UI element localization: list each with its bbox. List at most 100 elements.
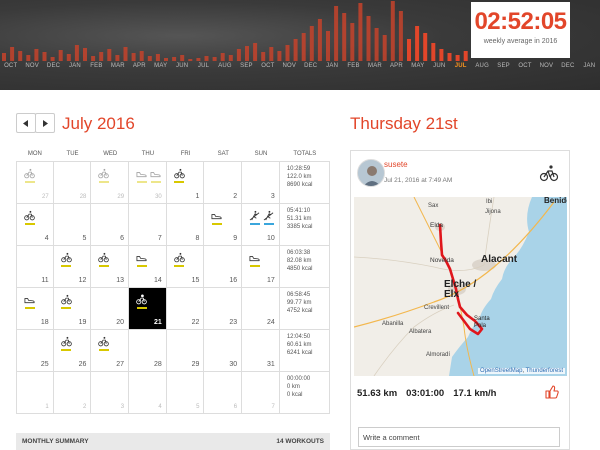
month-label[interactable]: JUL [198, 63, 209, 69]
calendar-day-sat[interactable]: 9 [204, 204, 243, 246]
comment-input[interactable] [358, 427, 560, 447]
week-bar[interactable] [74, 45, 79, 61]
week-bar[interactable] [415, 26, 420, 61]
calendar-day-tue[interactable]: 19 [53, 288, 92, 330]
week-bar[interactable] [107, 49, 112, 61]
month-label[interactable]: OCT [4, 63, 17, 69]
week-bar[interactable] [261, 52, 266, 61]
calendar-day-sat[interactable]: 23 [204, 288, 243, 330]
week-bar[interactable] [228, 55, 233, 61]
month-label[interactable]: FEB [90, 63, 102, 69]
avatar[interactable] [357, 159, 385, 187]
week-bar[interactable] [317, 19, 322, 61]
week-bar[interactable] [439, 49, 444, 61]
month-label[interactable]: AUG [218, 63, 232, 69]
calendar-day-mon[interactable]: 18 [16, 288, 54, 330]
week-bar[interactable] [2, 53, 6, 61]
week-bar[interactable] [58, 50, 63, 61]
calendar-day-thu[interactable]: 4 [129, 372, 167, 414]
calendar-day-wed[interactable]: 29 [91, 162, 130, 204]
calendar-day-mon[interactable]: 27 [16, 162, 54, 204]
calendar-day-wed[interactable]: 6 [91, 204, 130, 246]
calendar-day-sun[interactable]: 7 [242, 372, 280, 414]
calendar-day-fri[interactable]: 29 [166, 330, 205, 372]
week-bar[interactable] [18, 51, 23, 61]
calendar-day-fri[interactable]: 22 [166, 288, 205, 330]
calendar-day-mon[interactable]: 25 [16, 330, 54, 372]
next-month-button[interactable] [35, 113, 55, 133]
month-label[interactable]: NOV [25, 63, 39, 69]
calendar-day-tue[interactable]: 5 [53, 204, 92, 246]
month-label[interactable]: MAY [154, 63, 167, 69]
week-bar[interactable] [431, 43, 436, 61]
month-label[interactable]: DEC [561, 63, 574, 69]
week-bar[interactable] [50, 57, 55, 61]
calendar-day-mon[interactable]: 11 [16, 246, 54, 288]
week-bar[interactable] [220, 53, 225, 61]
month-label[interactable]: DEC [304, 63, 317, 69]
week-bar[interactable] [26, 55, 31, 61]
calendar-day-tue[interactable]: 26 [53, 330, 92, 372]
week-bar[interactable] [139, 51, 144, 61]
month-label[interactable]: NOV [282, 63, 296, 69]
week-bar[interactable] [326, 31, 330, 61]
month-label[interactable]: APR [390, 63, 403, 69]
week-bar[interactable] [42, 52, 47, 61]
attribution-thunderforest-link[interactable]: Thunderforest [526, 368, 563, 374]
calendar-day-wed[interactable]: 20 [91, 288, 130, 330]
calendar-day-thu[interactable]: 7 [129, 204, 167, 246]
calendar-day-thu[interactable]: 21 [129, 288, 167, 330]
week-bar[interactable] [99, 52, 104, 61]
week-bar[interactable] [350, 23, 355, 61]
calendar-day-sun[interactable]: 10 [242, 204, 280, 246]
activity-shoe-icon[interactable] [136, 168, 147, 183]
prev-month-button[interactable] [16, 113, 36, 133]
month-label[interactable]: JAN [326, 63, 338, 69]
month-label[interactable]: OCT [518, 63, 531, 69]
week-bar[interactable] [83, 48, 87, 61]
week-bar[interactable] [34, 49, 39, 61]
calendar-day-sun[interactable]: 17 [242, 246, 280, 288]
week-bar[interactable] [188, 59, 193, 61]
activity-skier-icon[interactable] [249, 210, 260, 225]
month-label[interactable]: OCT [261, 63, 274, 69]
calendar-day-sun[interactable]: 24 [242, 288, 280, 330]
calendar-day-sat[interactable]: 2 [204, 162, 243, 204]
calendar-day-thu[interactable]: 30 [129, 162, 167, 204]
calendar-day-sun[interactable]: 3 [242, 162, 280, 204]
month-label[interactable]: SEP [240, 63, 253, 69]
week-bar[interactable] [455, 55, 460, 61]
calendar-day-wed[interactable]: 3 [91, 372, 130, 414]
calendar-day-thu[interactable]: 14 [129, 246, 167, 288]
week-bar[interactable] [301, 33, 306, 61]
activity-bike-icon[interactable] [98, 336, 110, 351]
activity-skier-icon[interactable] [263, 210, 274, 225]
week-bar[interactable] [358, 3, 363, 61]
monthly-summary-bar[interactable]: MONTHLY SUMMARY 14 WORKOUTS [16, 433, 330, 450]
week-bar[interactable] [155, 54, 160, 61]
week-bar[interactable] [269, 47, 274, 61]
activity-bike-icon[interactable] [60, 252, 72, 267]
calendar-day-mon[interactable]: 1 [16, 372, 54, 414]
week-bar[interactable] [196, 58, 201, 61]
week-bar[interactable] [115, 55, 120, 61]
calendar-day-sat[interactable]: 6 [204, 372, 243, 414]
activity-shoe-icon[interactable] [136, 252, 147, 267]
calendar-day-sat[interactable]: 30 [204, 330, 243, 372]
month-label[interactable]: AUG [475, 63, 489, 69]
week-bar[interactable] [66, 54, 71, 61]
activity-shoe-icon[interactable] [150, 168, 161, 183]
activity-bike-icon[interactable] [173, 252, 185, 267]
week-bar[interactable] [382, 35, 387, 61]
week-bar[interactable] [10, 47, 15, 61]
calendar-day-fri[interactable]: 1 [166, 162, 205, 204]
calendar-day-thu[interactable]: 28 [129, 330, 167, 372]
week-bar[interactable] [180, 55, 185, 61]
calendar-day-tue[interactable]: 28 [53, 162, 92, 204]
activity-bike-icon[interactable] [136, 294, 147, 309]
week-bar[interactable] [407, 39, 411, 61]
week-bar[interactable] [131, 53, 136, 61]
calendar-day-mon[interactable]: 4 [16, 204, 54, 246]
month-label[interactable]: JAN [69, 63, 81, 69]
activity-shoe-icon[interactable] [211, 210, 223, 225]
